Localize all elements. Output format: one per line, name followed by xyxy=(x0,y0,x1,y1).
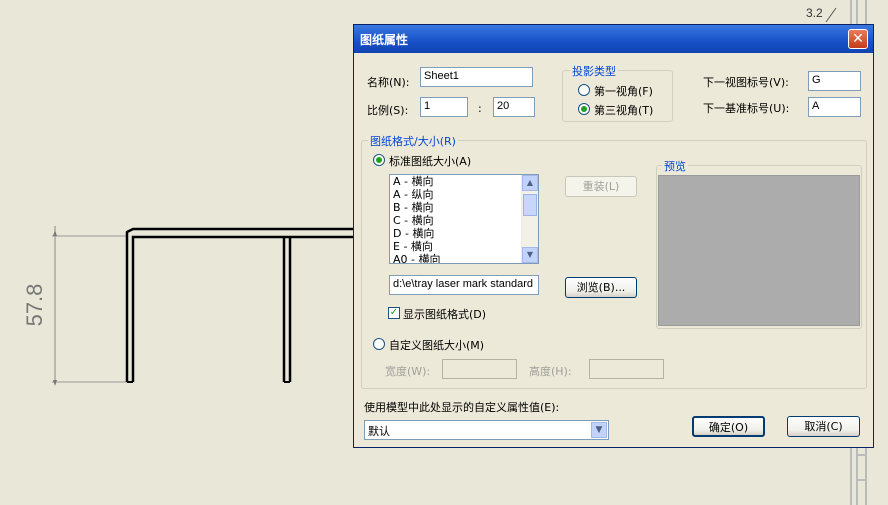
scroll-down-icon[interactable]: ▼ xyxy=(522,247,538,263)
scroll-up-icon[interactable]: ▲ xyxy=(522,175,538,191)
custom-property-value: 默认 xyxy=(368,425,390,438)
list-item[interactable]: D - 横向 xyxy=(390,227,538,240)
dialog-titlebar[interactable]: 图纸属性 ✕ xyxy=(354,25,873,53)
custom-size-label[interactable]: 自定义图纸大小(M) xyxy=(389,337,484,353)
custom-property-select[interactable]: 默认 ▼ xyxy=(364,420,609,440)
height-label: 高度(H): xyxy=(529,365,572,378)
chevron-down-icon[interactable]: ▼ xyxy=(591,422,607,438)
browse-button[interactable]: 浏览(B)... xyxy=(565,277,637,298)
height-input[interactable] xyxy=(589,359,664,379)
third-angle-label[interactable]: 第三视角(T) xyxy=(594,102,653,118)
scale-denominator-input[interactable]: 20 xyxy=(493,97,535,117)
scale-numerator-input[interactable]: 1 xyxy=(420,97,468,117)
corner-label: 3.2 xyxy=(806,6,823,20)
list-item[interactable]: B - 横向 xyxy=(390,201,538,214)
width-input[interactable] xyxy=(442,359,517,379)
list-item[interactable]: A - 横向 xyxy=(390,175,538,188)
scale-label: 比例(S): xyxy=(367,104,409,117)
scale-separator: : xyxy=(478,102,482,115)
projection-type-legend: 投影类型 xyxy=(570,63,618,79)
format-path-input[interactable]: d:\e\tray laser mark standard xyxy=(389,275,539,295)
list-item[interactable]: C - 横向 xyxy=(390,214,538,227)
first-angle-radio[interactable] xyxy=(578,84,590,96)
standard-size-label[interactable]: 标准图纸大小(A) xyxy=(389,153,471,169)
first-angle-label[interactable]: 第一视角(F) xyxy=(594,83,653,99)
next-view-label: 下一视图标号(V): xyxy=(703,76,789,89)
preview-image xyxy=(658,175,860,326)
list-item[interactable]: A - 纵向 xyxy=(390,188,538,201)
standard-size-radio[interactable] xyxy=(373,154,385,166)
show-format-label[interactable]: 显示图纸格式(D) xyxy=(403,306,486,322)
cancel-button[interactable]: 取消(C) xyxy=(787,416,860,437)
next-datum-label: 下一基准标号(U): xyxy=(703,102,790,115)
third-angle-radio[interactable] xyxy=(578,103,590,115)
scroll-thumb[interactable] xyxy=(523,194,537,216)
custom-size-radio[interactable] xyxy=(373,338,385,350)
dialog-title: 图纸属性 xyxy=(360,33,409,47)
show-format-checkbox[interactable]: ✓ xyxy=(388,307,400,319)
listbox-scrollbar[interactable]: ▲ ▼ xyxy=(521,175,538,263)
ok-button[interactable]: 确定(O) xyxy=(692,416,765,437)
reload-button[interactable]: 重装(L) xyxy=(565,176,637,197)
preview-legend: 预览 xyxy=(662,158,688,174)
dimension-text: 57.8 xyxy=(22,284,47,327)
custom-property-label: 使用模型中此处显示的自定义属性值(E): xyxy=(364,401,560,414)
next-datum-input[interactable]: A xyxy=(808,97,861,117)
sheet-format-legend: 图纸格式/大小(R) xyxy=(368,133,458,149)
next-view-input[interactable]: G xyxy=(808,71,861,91)
name-input[interactable]: Sheet1 xyxy=(420,67,533,87)
sheet-properties-dialog: 图纸属性 ✕ 名称(N): Sheet1 比例(S): 1 : 20 投影类型 … xyxy=(353,24,874,448)
sheet-size-listbox[interactable]: A - 横向 A - 纵向 B - 横向 C - 横向 D - 横向 E - 横… xyxy=(389,174,539,264)
part-outline xyxy=(125,227,360,382)
close-button[interactable]: ✕ xyxy=(848,29,868,49)
name-label: 名称(N): xyxy=(367,76,410,89)
list-item[interactable]: E - 横向 xyxy=(390,240,538,253)
width-label: 宽度(W): xyxy=(385,365,431,378)
list-item[interactable]: A0 - 横向 xyxy=(390,253,538,263)
